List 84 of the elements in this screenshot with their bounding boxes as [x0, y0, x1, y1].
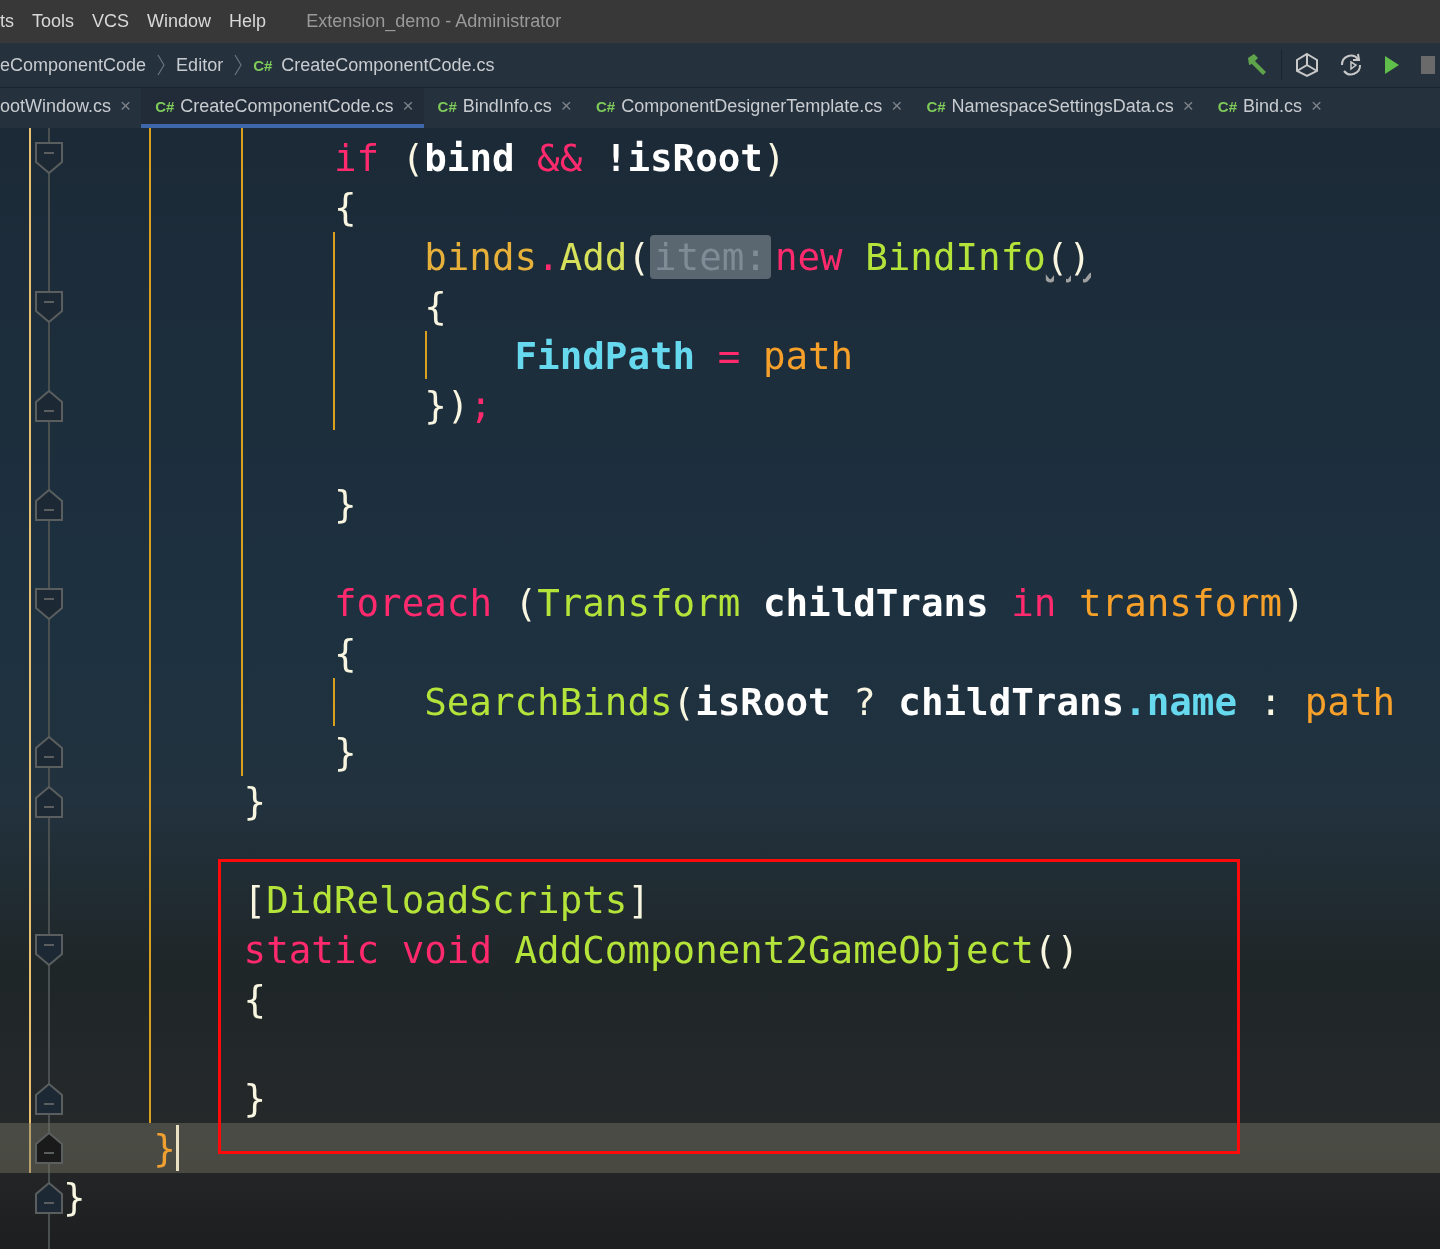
fold-marker-icon[interactable]	[35, 389, 63, 422]
code-token: }	[153, 1125, 176, 1170]
code-token: :	[1258, 680, 1284, 725]
code-token: )	[762, 135, 786, 180]
fold-marker-icon[interactable]	[35, 488, 63, 521]
breadcrumb[interactable]: eComponentCode	[0, 54, 147, 76]
code-token: {	[333, 185, 357, 230]
code-token: childTrans	[898, 680, 1125, 725]
code-token: &&	[536, 135, 584, 180]
code-token: isRoot	[695, 680, 831, 725]
refresh-icon[interactable]	[1338, 52, 1364, 78]
code-token: BindInfo	[864, 234, 1046, 279]
chevron-icon	[157, 53, 166, 77]
code-token: [	[243, 878, 267, 923]
code-token: }	[243, 779, 267, 824]
fold-marker-icon[interactable]	[35, 1181, 63, 1214]
code-token: =	[716, 333, 742, 378]
fold-marker-icon[interactable]	[35, 290, 63, 323]
code-token: }	[243, 1076, 267, 1121]
code-token: childTrans	[761, 581, 990, 626]
fold-marker-icon[interactable]	[35, 736, 63, 768]
code-token: transform	[1078, 581, 1283, 626]
editor-tab[interactable]: C# CreateComponentCode.cs ×	[141, 88, 424, 128]
code-token: (	[400, 135, 425, 180]
editor-tab[interactable]: ootWindow.cs ×	[0, 88, 142, 128]
code-token: .	[1124, 680, 1147, 725]
editor-tab[interactable]: C# NamespaceSettingsData.cs ×	[912, 88, 1204, 128]
code-token: {	[243, 977, 267, 1022]
code-token: ;	[469, 383, 492, 428]
code-token: (	[513, 581, 538, 626]
code-token: FindPath	[514, 333, 696, 378]
code-token: binds	[424, 234, 538, 279]
chevron-icon	[234, 53, 243, 77]
fold-marker-icon[interactable]	[35, 785, 63, 818]
code-token: }	[333, 729, 357, 774]
code-token: ()	[1045, 234, 1091, 279]
fold-marker-icon[interactable]	[35, 1132, 63, 1164]
code-token: Add	[559, 234, 628, 279]
menu-item[interactable]: VCS	[92, 11, 130, 32]
code-token: }	[333, 482, 357, 527]
code-token: in	[1011, 581, 1057, 626]
window-title: Extension_demo - Administrator	[306, 11, 562, 32]
code-token: !isRoot	[604, 135, 763, 180]
fold-marker-icon[interactable]	[35, 1082, 63, 1115]
code-token: name	[1146, 680, 1238, 725]
code-token: SearchBinds	[424, 680, 673, 725]
cube-icon[interactable]	[1294, 52, 1320, 78]
code-token: foreach	[333, 581, 492, 626]
code-token: (	[627, 234, 650, 279]
code-token: path	[1304, 680, 1396, 725]
fold-marker-icon[interactable]	[35, 142, 63, 174]
code-token: Transform	[537, 581, 741, 626]
code-token: })	[424, 383, 470, 428]
code-token: DidReloadScripts	[266, 878, 628, 923]
code-token: }	[63, 1175, 86, 1220]
code-token: )	[1282, 581, 1305, 626]
code-token: {	[333, 630, 357, 675]
code-token: bind	[424, 135, 515, 180]
code-token: ]	[627, 878, 650, 923]
editor-tab[interactable]: C# BindInfo.cs ×	[423, 88, 582, 128]
code-token: path	[762, 333, 854, 378]
code-token: AddComponent2GameObject	[514, 927, 1034, 972]
code-token: ()	[1033, 927, 1079, 972]
breadcrumb[interactable]: CreateComponentCode.cs	[281, 54, 495, 76]
code-token: new	[774, 234, 843, 279]
text-cursor	[175, 1124, 179, 1171]
editor-tab[interactable]: C# Bind.cs ×	[1203, 88, 1333, 128]
menu-item[interactable]: Window	[147, 11, 212, 32]
hammer-icon[interactable]	[1245, 53, 1269, 77]
code-token: if	[333, 135, 380, 180]
language-label: C#	[253, 56, 273, 74]
stop-icon[interactable]	[1420, 55, 1436, 75]
code-token: ?	[852, 680, 877, 725]
code-token: static void	[243, 927, 493, 972]
fold-marker-icon[interactable]	[35, 934, 63, 966]
fold-marker-icon[interactable]	[35, 587, 63, 620]
code-token: {	[424, 284, 447, 329]
menu-item[interactable]: Tools	[32, 11, 75, 32]
breadcrumb[interactable]: Editor	[176, 54, 224, 76]
editor-tab[interactable]: C# ComponentDesignerTemplate.cs ×	[581, 88, 913, 128]
menu-item[interactable]: Help	[229, 11, 267, 32]
menu-item[interactable]: ts	[0, 11, 14, 32]
code-token: (	[672, 680, 696, 725]
code-token: .	[537, 234, 560, 279]
